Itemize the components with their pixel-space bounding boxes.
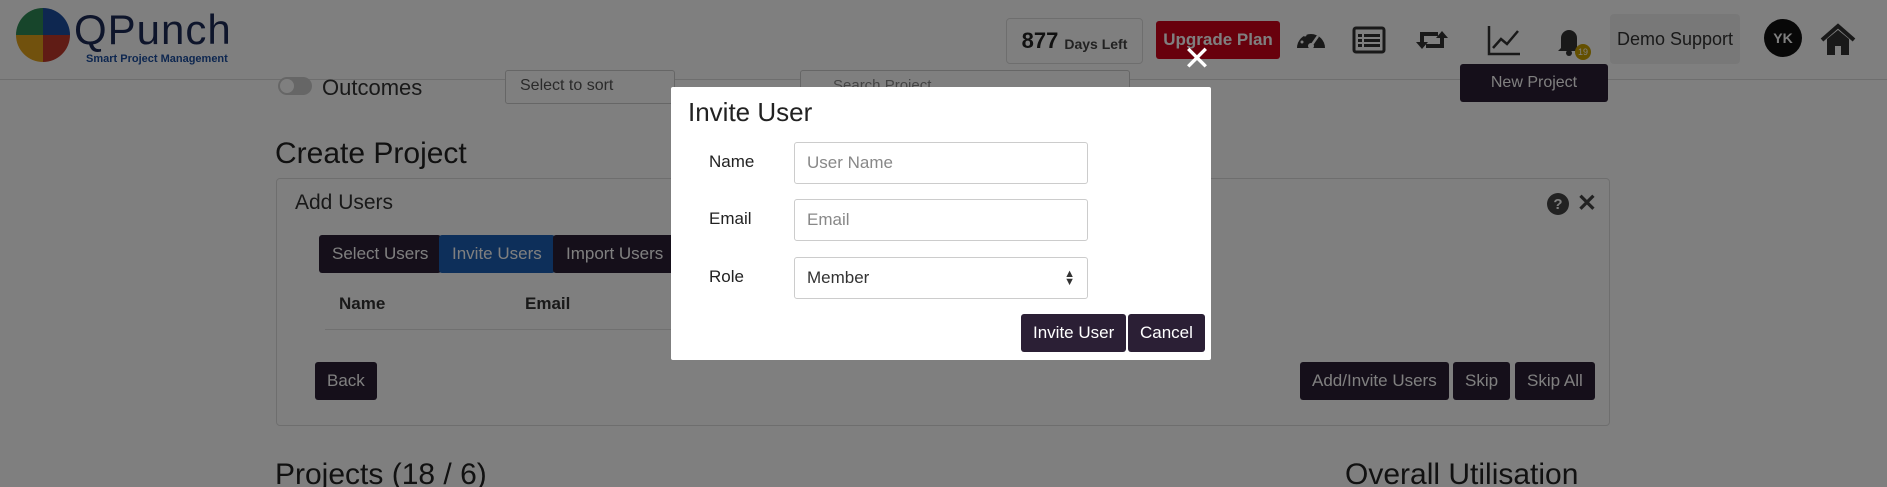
role-label: Role [709,267,744,286]
modal-title: Invite User [688,97,813,127]
email-field[interactable] [794,199,1088,241]
select-arrows-icon: ▲ ▼ [1064,268,1075,288]
role-select[interactable]: Member ▲ ▼ [794,257,1088,299]
user-name-field[interactable] [794,142,1088,184]
role-value: Member [807,268,870,287]
email-label: Email [709,209,752,228]
invite-user-modal: Invite User Name Email Role Member ▲▼ In… [671,87,1211,360]
modal-close-icon[interactable]: ✕ [1182,42,1212,76]
name-label: Name [709,152,755,171]
cancel-button[interactable]: Cancel [1128,314,1205,352]
invite-user-button[interactable]: Invite User [1021,314,1127,352]
